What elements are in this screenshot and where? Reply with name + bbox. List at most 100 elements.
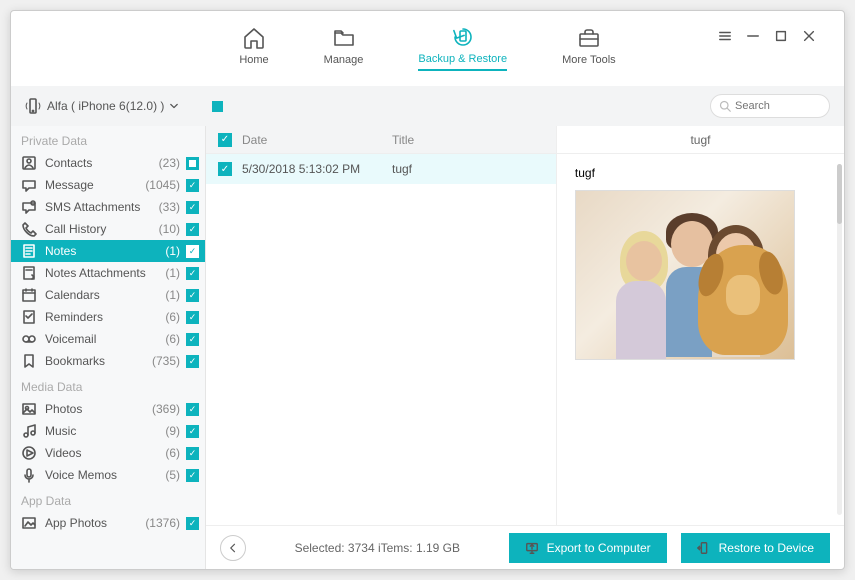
sidebar-item-checkbox[interactable]	[186, 179, 199, 192]
chevron-left-icon	[227, 542, 239, 554]
footer-bar: Selected: 3734 iTems: 1.19 GB Export to …	[206, 525, 844, 569]
voicemail-icon	[21, 331, 37, 347]
sidebar-item-message[interactable]: Message(1045)	[11, 174, 205, 196]
nav-home[interactable]: Home	[239, 26, 268, 70]
export-button[interactable]: Export to Computer	[509, 533, 667, 563]
maximize-icon[interactable]	[774, 29, 788, 43]
preview-pane: tugf tugf	[557, 126, 844, 525]
restore-icon	[697, 541, 711, 555]
sidebar-item-label: Voicemail	[45, 332, 165, 346]
sidebar-item-notes[interactable]: Notes(1)	[11, 240, 205, 262]
sidebar-item-label: Contacts	[45, 156, 159, 170]
select-all-checkbox[interactable]: ✓	[218, 133, 232, 147]
sidebar-item-reminders[interactable]: Reminders(6)	[11, 306, 205, 328]
list-row[interactable]: ✓ 5/30/2018 5:13:02 PM tugf	[206, 154, 556, 184]
sidebar-item-label: SMS Attachments	[45, 200, 159, 214]
sidebar-item-checkbox[interactable]	[186, 289, 199, 302]
back-button[interactable]	[220, 535, 246, 561]
nav-backup-restore[interactable]: Backup & Restore	[418, 25, 507, 71]
sub-toolbar: Alfa ( iPhone 6(12.0) )	[11, 86, 844, 126]
item-list: ✓ Date Title ✓ 5/30/2018 5:13:02 PM tugf	[206, 126, 557, 525]
selection-status: Selected: 3734 iTems: 1.19 GB	[260, 541, 495, 555]
sidebar-item-videos[interactable]: Videos(6)	[11, 442, 205, 464]
sidebar-item-count: (369)	[152, 402, 180, 416]
minimize-icon[interactable]	[746, 29, 760, 43]
sidebar-group-title: Media Data	[11, 372, 205, 398]
sidebar-item-checkbox[interactable]	[186, 245, 199, 258]
sidebar-item-app-photos[interactable]: App Photos(1376)	[11, 512, 205, 534]
main-panel: ✓ Date Title ✓ 5/30/2018 5:13:02 PM tugf…	[206, 126, 844, 569]
close-icon[interactable]	[802, 29, 816, 43]
export-label: Export to Computer	[547, 541, 651, 555]
sidebar-item-checkbox[interactable]	[186, 425, 199, 438]
sidebar-item-checkbox[interactable]	[186, 355, 199, 368]
device-stop-icon[interactable]	[212, 101, 223, 112]
chevron-down-icon	[170, 102, 178, 110]
sidebar-item-sms-attachments[interactable]: SMS Attachments(33)	[11, 196, 205, 218]
sidebar-item-label: Notes Attachments	[45, 266, 165, 280]
sidebar-item-bookmarks[interactable]: Bookmarks(735)	[11, 350, 205, 372]
folder-icon	[332, 26, 356, 50]
home-icon	[242, 26, 266, 50]
sidebar-item-checkbox[interactable]	[186, 333, 199, 346]
photo-icon	[21, 401, 37, 417]
sidebar-item-notes-attachments[interactable]: Notes Attachments(1)	[11, 262, 205, 284]
sidebar-item-contacts[interactable]: Contacts(23)	[11, 152, 205, 174]
restore-button[interactable]: Restore to Device	[681, 533, 830, 563]
search-box[interactable]	[710, 94, 830, 118]
sidebar-item-checkbox[interactable]	[186, 311, 199, 324]
row-checkbox[interactable]: ✓	[218, 162, 232, 176]
sidebar-item-checkbox[interactable]	[186, 267, 199, 280]
sidebar-item-checkbox[interactable]	[186, 517, 199, 530]
sidebar-item-label: Reminders	[45, 310, 165, 324]
row-title: tugf	[392, 162, 544, 176]
sidebar-item-count: (33)	[159, 200, 180, 214]
col-title[interactable]: Title	[392, 133, 544, 147]
col-date[interactable]: Date	[242, 133, 392, 147]
sidebar-item-music[interactable]: Music(9)	[11, 420, 205, 442]
sidebar-item-photos[interactable]: Photos(369)	[11, 398, 205, 420]
notes-icon	[21, 243, 37, 259]
sidebar-item-label: Notes	[45, 244, 165, 258]
preview-title: tugf	[557, 126, 844, 154]
sidebar-item-count: (1)	[165, 288, 180, 302]
sidebar-group-title: App Data	[11, 486, 205, 512]
appphoto-icon	[21, 515, 37, 531]
sidebar-item-count: (735)	[152, 354, 180, 368]
nav-more-tools[interactable]: More Tools	[562, 26, 616, 70]
app-window: Home Manage Backup & Restore More Tools …	[10, 10, 845, 570]
sidebar-item-label: Message	[45, 178, 145, 192]
list-header: ✓ Date Title	[206, 126, 556, 154]
sidebar-item-voicemail[interactable]: Voicemail(6)	[11, 328, 205, 350]
sidebar-item-calendars[interactable]: Calendars(1)	[11, 284, 205, 306]
sidebar-item-count: (10)	[159, 222, 180, 236]
sidebar-item-checkbox[interactable]	[186, 469, 199, 482]
preview-image	[575, 190, 795, 360]
sidebar-item-checkbox[interactable]	[186, 201, 199, 214]
restore-label: Restore to Device	[719, 541, 814, 555]
mic-icon	[21, 467, 37, 483]
sidebar-item-label: Photos	[45, 402, 152, 416]
device-icon	[25, 98, 41, 114]
sidebar-item-checkbox[interactable]	[186, 223, 199, 236]
device-selector[interactable]: Alfa ( iPhone 6(12.0) )	[25, 98, 223, 114]
sidebar-item-call-history[interactable]: Call History(10)	[11, 218, 205, 240]
backup-icon	[451, 25, 475, 49]
sidebar-item-checkbox[interactable]	[186, 447, 199, 460]
sidebar-item-voice-memos[interactable]: Voice Memos(5)	[11, 464, 205, 486]
sidebar-item-label: Videos	[45, 446, 165, 460]
sidebar-item-count: (5)	[165, 468, 180, 482]
preview-scrollbar[interactable]	[837, 164, 842, 515]
sidebar-item-checkbox[interactable]	[186, 403, 199, 416]
sidebar-item-count: (6)	[165, 332, 180, 346]
sidebar-item-count: (1045)	[145, 178, 180, 192]
sidebar-item-label: Voice Memos	[45, 468, 165, 482]
sidebar-item-label: Music	[45, 424, 165, 438]
nav-manage[interactable]: Manage	[324, 26, 364, 70]
window-controls	[718, 29, 816, 43]
search-input[interactable]	[735, 100, 815, 112]
call-icon	[21, 221, 37, 237]
sidebar-item-checkbox[interactable]	[186, 157, 199, 170]
sidebar-item-count: (23)	[159, 156, 180, 170]
menu-icon[interactable]	[718, 29, 732, 43]
